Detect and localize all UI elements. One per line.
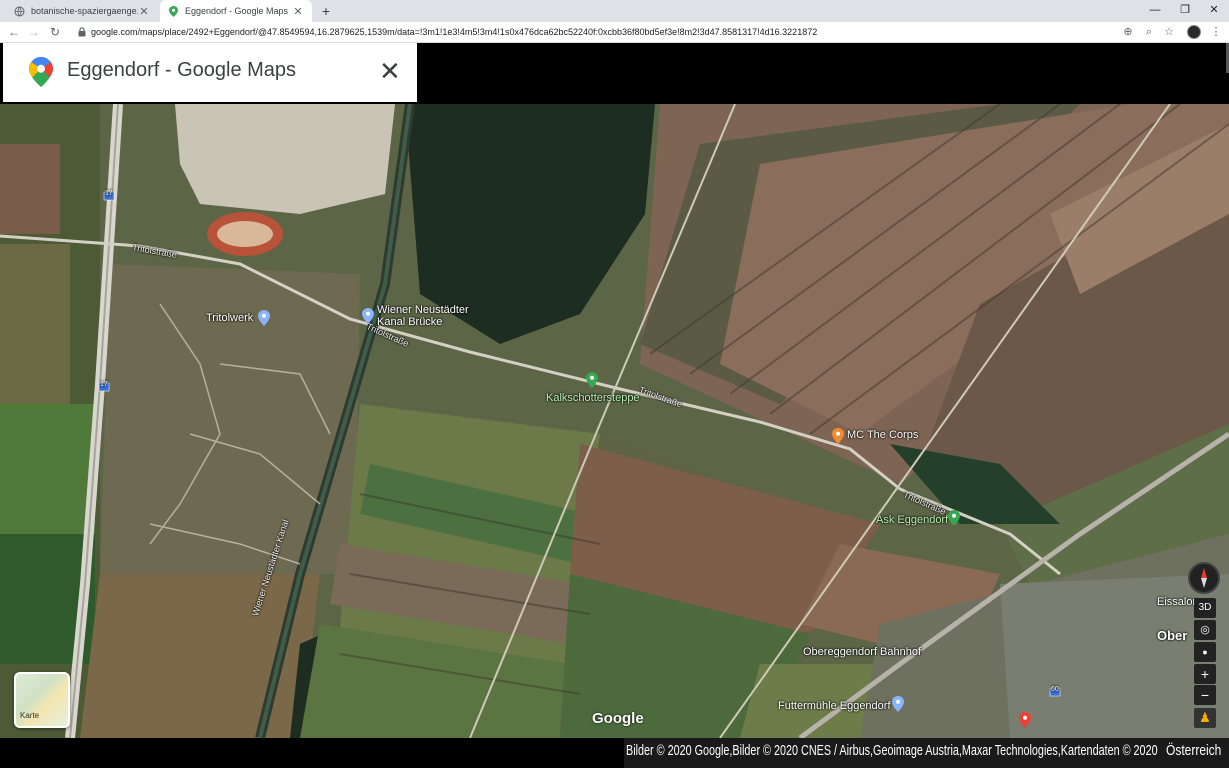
pegman-icon[interactable]: ♟: [1194, 708, 1216, 728]
menu-dots-icon[interactable]: ⋮: [1209, 25, 1223, 39]
place-label-kalkschottersteppe[interactable]: Kalkschottersteppe: [546, 392, 640, 404]
forward-arrow-icon[interactable]: →: [26, 24, 42, 40]
new-tab-button[interactable]: +: [318, 2, 334, 20]
satellite-map[interactable]: Tritolstraße Tritolstraße Tritolstraße T…: [0, 104, 1229, 738]
tab-title: Eggendorf - Google Maps: [185, 6, 289, 16]
place-pin-icon[interactable]: [892, 696, 904, 712]
route-shield-60: 60: [1051, 686, 1059, 693]
place-label-tritolwerk[interactable]: Tritolwerk: [206, 312, 253, 324]
place-label-bridge-2[interactable]: Kanal Brücke: [377, 316, 442, 328]
reload-icon[interactable]: ↻: [47, 24, 63, 40]
place-label-obereggendorf-bahnhof[interactable]: Obereggendorf Bahnhof: [803, 646, 921, 658]
route-shield-17: 17: [105, 190, 113, 197]
tab-close-icon[interactable]: ✕: [292, 5, 304, 18]
page-header: Eggendorf - Google Maps ✕: [3, 43, 417, 102]
maps-pin-icon: [168, 5, 179, 17]
google-logo: Google: [592, 710, 644, 727]
google-maps-logo-icon: [29, 57, 53, 87]
attribution-bar: Bilder © 2020 Google,Bilder © 2020 CNES …: [624, 738, 1229, 768]
place-label-futtermuehle[interactable]: Futtermühle Eggendorf: [778, 700, 891, 712]
zoom-out-button[interactable]: −: [1194, 685, 1216, 705]
town-label-ober: Ober: [1157, 628, 1188, 643]
tab-google-maps[interactable]: Eggendorf - Google Maps ✕: [160, 0, 312, 22]
install-icon[interactable]: ⊕: [1121, 25, 1135, 39]
satellite-imagery: [0, 104, 1229, 738]
address-bar[interactable]: google.com/maps/place/2492+Eggendorf/@47…: [91, 27, 817, 37]
zoom-icon[interactable]: ⌕: [1142, 25, 1156, 39]
tab-title: botanische-spaziergaenge.at - Fo: [31, 6, 138, 16]
park-pin-icon[interactable]: [948, 510, 960, 526]
activity-pin-icon[interactable]: [832, 428, 844, 444]
lock-icon: [78, 27, 86, 37]
my-location-icon[interactable]: ●: [1194, 642, 1216, 662]
tab-strip: botanische-spaziergaenge.at - Fo ✕ Eggen…: [0, 0, 1229, 22]
globe-view-icon[interactable]: ◎: [1194, 620, 1216, 640]
minimize-button[interactable]: —: [1140, 0, 1170, 20]
close-icon[interactable]: ✕: [379, 55, 401, 87]
park-pin-icon[interactable]: [586, 372, 598, 388]
compass-icon[interactable]: [1188, 562, 1220, 594]
back-arrow-icon[interactable]: ←: [6, 24, 22, 40]
place-label-bridge-1[interactable]: Wiener Neustädter: [377, 304, 469, 316]
place-label-ask-eggendorf[interactable]: Ask Eggendorf: [876, 514, 948, 526]
route-shield-17: 17: [100, 381, 108, 388]
place-label-eissalon[interactable]: Eissalon: [1157, 596, 1199, 608]
layer-switch-label: Karte: [20, 711, 40, 720]
page-title: Eggendorf - Google Maps: [67, 59, 297, 81]
layer-switch-button[interactable]: Karte: [14, 672, 70, 728]
place-pin-icon[interactable]: [258, 310, 270, 326]
profile-avatar[interactable]: [1187, 25, 1201, 39]
place-label-mc-the-corps[interactable]: MC The Corps: [847, 429, 918, 441]
3d-button[interactable]: 3D: [1194, 598, 1216, 618]
browser-toolbar: ← → ↻ google.com/maps/place/2492+Eggendo…: [0, 22, 1229, 43]
window-close-button[interactable]: ✕: [1199, 0, 1229, 20]
country-label[interactable]: Österreich: [1166, 738, 1221, 764]
attribution-text[interactable]: Bilder © 2020 Google,Bilder © 2020 CNES …: [626, 738, 1158, 764]
restaurant-pin-icon[interactable]: [1019, 712, 1031, 728]
zoom-in-button[interactable]: +: [1194, 664, 1216, 684]
tab-close-icon[interactable]: ✕: [138, 5, 150, 18]
tab-botanische[interactable]: botanische-spaziergaenge.at - Fo ✕: [6, 0, 158, 22]
restore-button[interactable]: ❐: [1170, 0, 1200, 20]
globe-icon: [14, 6, 25, 17]
bookmark-star-icon[interactable]: ☆: [1162, 25, 1176, 39]
bridge-pin-icon[interactable]: [362, 308, 374, 324]
